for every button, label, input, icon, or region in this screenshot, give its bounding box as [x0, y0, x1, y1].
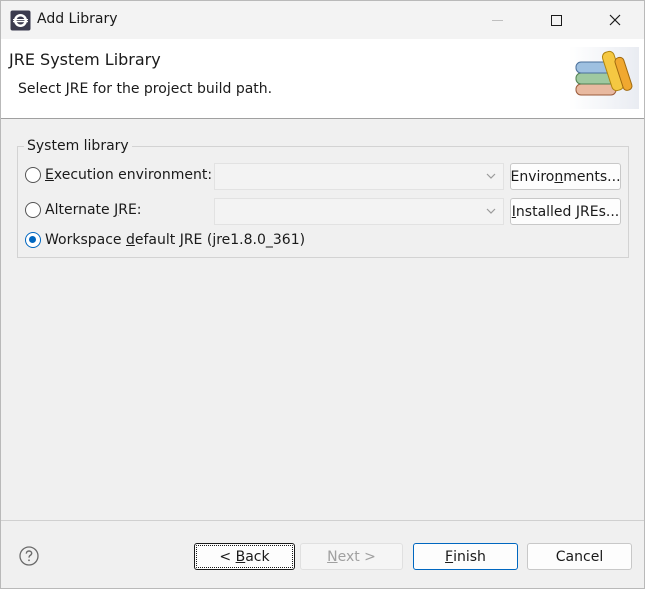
execution-environment-radio[interactable] — [25, 167, 41, 183]
dropdown-arrow-icon — [486, 208, 496, 214]
help-icon[interactable] — [19, 546, 39, 566]
eclipse-app-icon — [10, 10, 31, 31]
alternate-jre-label: Alternate JRE: — [45, 202, 142, 218]
maximize-button[interactable] — [533, 1, 579, 39]
execution-environment-combo[interactable] — [214, 163, 504, 190]
alternate-jre-option[interactable]: Alternate JRE: — [25, 202, 142, 218]
page-title: JRE System Library — [9, 50, 161, 69]
execution-environment-option[interactable]: Execution environment: — [25, 167, 212, 183]
close-button[interactable] — [592, 1, 638, 39]
finish-button[interactable]: Finish — [413, 543, 518, 570]
page-description: Select JRE for the project build path. — [18, 81, 273, 97]
back-button[interactable]: < Back — [194, 543, 295, 570]
alternate-jre-combo[interactable] — [214, 198, 504, 225]
group-legend: System library — [24, 138, 132, 154]
window-title: Add Library — [37, 11, 118, 27]
workspace-default-jre-label: Workspace default JRE (jre1.8.0_361) — [45, 232, 306, 248]
footer-separator — [1, 520, 644, 521]
wizard-banner: JRE System Library Select JRE for the pr… — [1, 39, 644, 119]
installed-jres-button[interactable]: Installed JREs... — [510, 198, 621, 225]
minimize-button[interactable] — [474, 1, 520, 39]
close-icon — [609, 14, 621, 26]
environments-button[interactable]: Enviro n ments... — [510, 163, 621, 190]
workspace-default-jre-radio[interactable] — [25, 232, 41, 248]
next-button[interactable]: Next > — [300, 543, 403, 570]
alternate-jre-radio[interactable] — [25, 202, 41, 218]
dropdown-arrow-icon — [486, 173, 496, 179]
cancel-button[interactable]: Cancel — [527, 543, 632, 570]
add-library-dialog: Add Library JRE System Library Select JR… — [0, 0, 645, 589]
title-bar: Add Library — [1, 1, 644, 39]
execution-environment-label: Execution environment: — [45, 167, 213, 183]
library-books-icon — [569, 47, 639, 109]
maximize-icon — [550, 14, 562, 26]
minimize-icon — [491, 19, 503, 21]
workspace-default-jre-option[interactable]: Workspace default JRE (jre1.8.0_361) — [25, 232, 305, 248]
